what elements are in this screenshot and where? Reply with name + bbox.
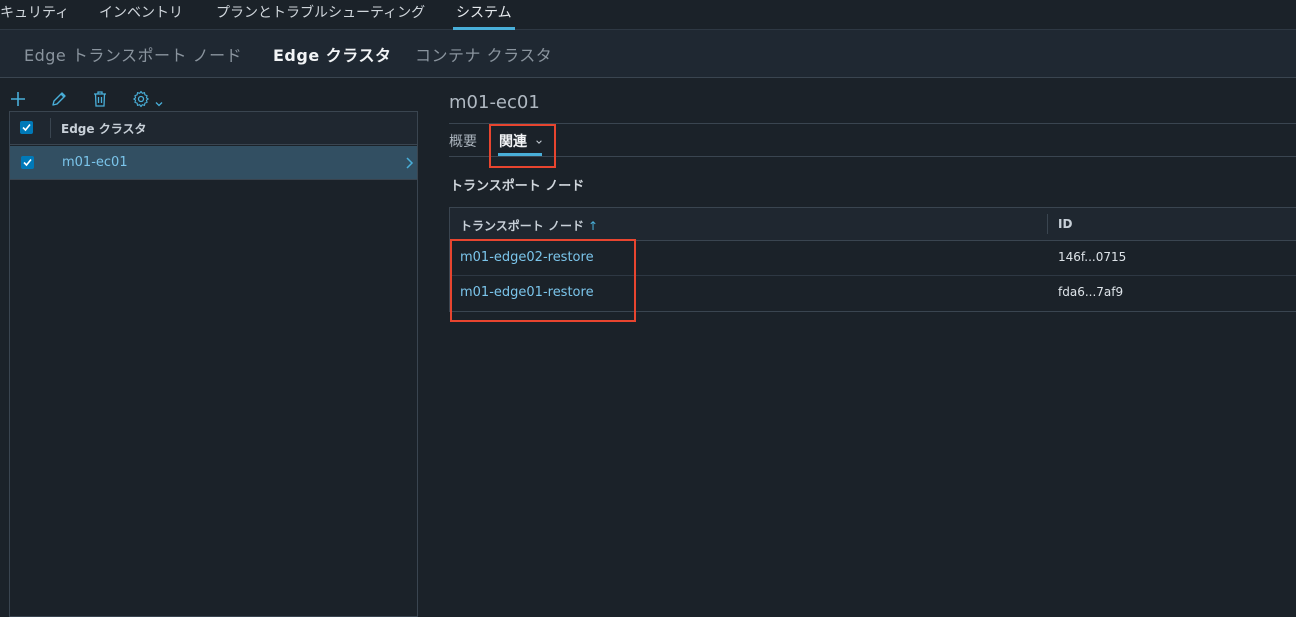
highlight-box-transport-nodes xyxy=(450,239,636,322)
gear-icon[interactable] xyxy=(132,90,150,108)
tab-overview[interactable]: 概要 xyxy=(449,131,477,151)
column-separator xyxy=(50,118,51,138)
chevron-down-icon[interactable] xyxy=(154,94,164,107)
detail-title: m01-ec01 xyxy=(449,92,540,113)
tab-edge-clusters[interactable]: Edge クラスタ xyxy=(273,42,391,66)
trash-icon[interactable] xyxy=(91,90,109,108)
column-header-label: トランスポート ノード xyxy=(460,219,584,233)
transport-node-id: 146f...0715 xyxy=(1058,250,1127,264)
plus-icon[interactable] xyxy=(9,90,27,108)
list-item[interactable]: m01-ec01 xyxy=(10,146,417,180)
grid-header-label[interactable]: Edge クラスタ xyxy=(61,120,146,137)
grid-header: Edge クラスタ xyxy=(10,112,417,145)
table-header: トランスポート ノード ↑ ID xyxy=(450,208,1296,241)
pencil-icon[interactable] xyxy=(50,90,68,108)
sub-nav: Edge トランスポート ノード Edge クラスタ コンテナ クラスタ xyxy=(0,30,1296,78)
sort-ascending-icon: ↑ xyxy=(587,219,599,233)
divider xyxy=(449,156,1296,157)
tab-container-clusters[interactable]: コンテナ クラスタ xyxy=(415,42,552,66)
column-separator xyxy=(1047,214,1048,234)
edge-cluster-grid: Edge クラスタ m01-ec01 xyxy=(9,111,418,617)
highlight-box-related-tab xyxy=(489,124,556,168)
column-header-id[interactable]: ID xyxy=(1058,217,1072,231)
top-nav-security[interactable]: キュリティ xyxy=(0,4,69,30)
row-checkbox[interactable] xyxy=(21,156,34,169)
top-nav-inventory[interactable]: インベントリ xyxy=(99,4,183,30)
select-all-checkbox[interactable] xyxy=(20,121,33,134)
column-header-transport-node[interactable]: トランスポート ノード ↑ xyxy=(460,217,598,234)
top-nav-plan-troubleshooting[interactable]: プランとトラブルシューティング xyxy=(216,4,425,30)
transport-node-id: fda6...7af9 xyxy=(1058,285,1124,299)
tab-edge-transport-nodes[interactable]: Edge トランスポート ノード xyxy=(24,42,242,66)
top-nav: キュリティ インベントリ プランとトラブルシューティング システム xyxy=(0,0,1296,30)
section-title: トランスポート ノード xyxy=(450,179,585,194)
row-name[interactable]: m01-ec01 xyxy=(62,155,128,170)
list-toolbar xyxy=(0,86,418,112)
chevron-right-icon[interactable] xyxy=(404,155,414,169)
top-nav-system[interactable]: システム xyxy=(453,4,515,30)
divider xyxy=(449,123,1296,124)
